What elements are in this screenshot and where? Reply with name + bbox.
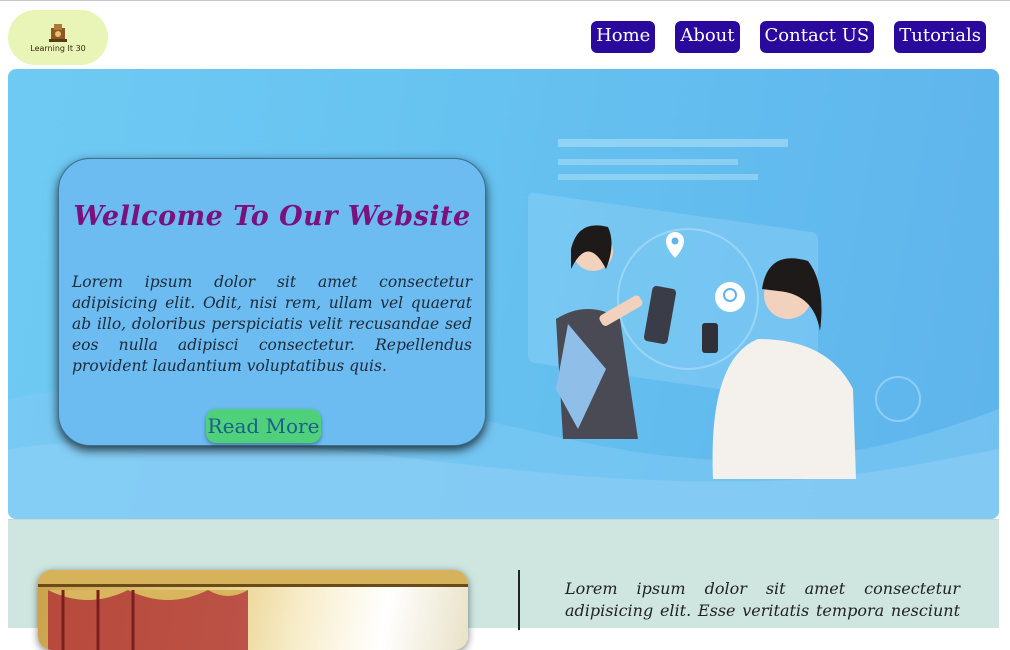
support-chat-icon: [715, 282, 745, 312]
site-logo[interactable]: Learning It 30: [8, 10, 108, 65]
nav-contact[interactable]: Contact US: [759, 21, 875, 53]
hero-banner: Wellcome To Our Website Lorem ipsum dolo…: [8, 69, 999, 519]
nav-home[interactable]: Home: [591, 21, 656, 53]
about-text: Lorem ipsum dolor sit amet consectetur a…: [565, 579, 960, 620]
room-photo: [38, 570, 468, 650]
vertical-divider: [518, 570, 520, 630]
room-illustration: [38, 570, 468, 650]
welcome-title: Wellcome To Our Website: [73, 201, 471, 232]
main-nav: Home About Contact US Tutorials: [591, 21, 986, 53]
welcome-description: Lorem ipsum dolor sit amet consectetur a…: [72, 273, 472, 375]
logo-emblem-icon: [49, 24, 67, 42]
logo-text: Learning It 30: [30, 44, 86, 53]
about-section: Lorem ipsum dolor sit amet consectetur a…: [8, 519, 999, 650]
nav-tutorials[interactable]: Tutorials: [894, 21, 986, 53]
welcome-card: Wellcome To Our Website Lorem ipsum dolo…: [58, 158, 486, 446]
site-header: Learning It 30 Home About Contact US Tut…: [0, 0, 1010, 69]
read-more-button[interactable]: Read More: [206, 409, 321, 443]
nav-about[interactable]: About: [675, 21, 740, 53]
